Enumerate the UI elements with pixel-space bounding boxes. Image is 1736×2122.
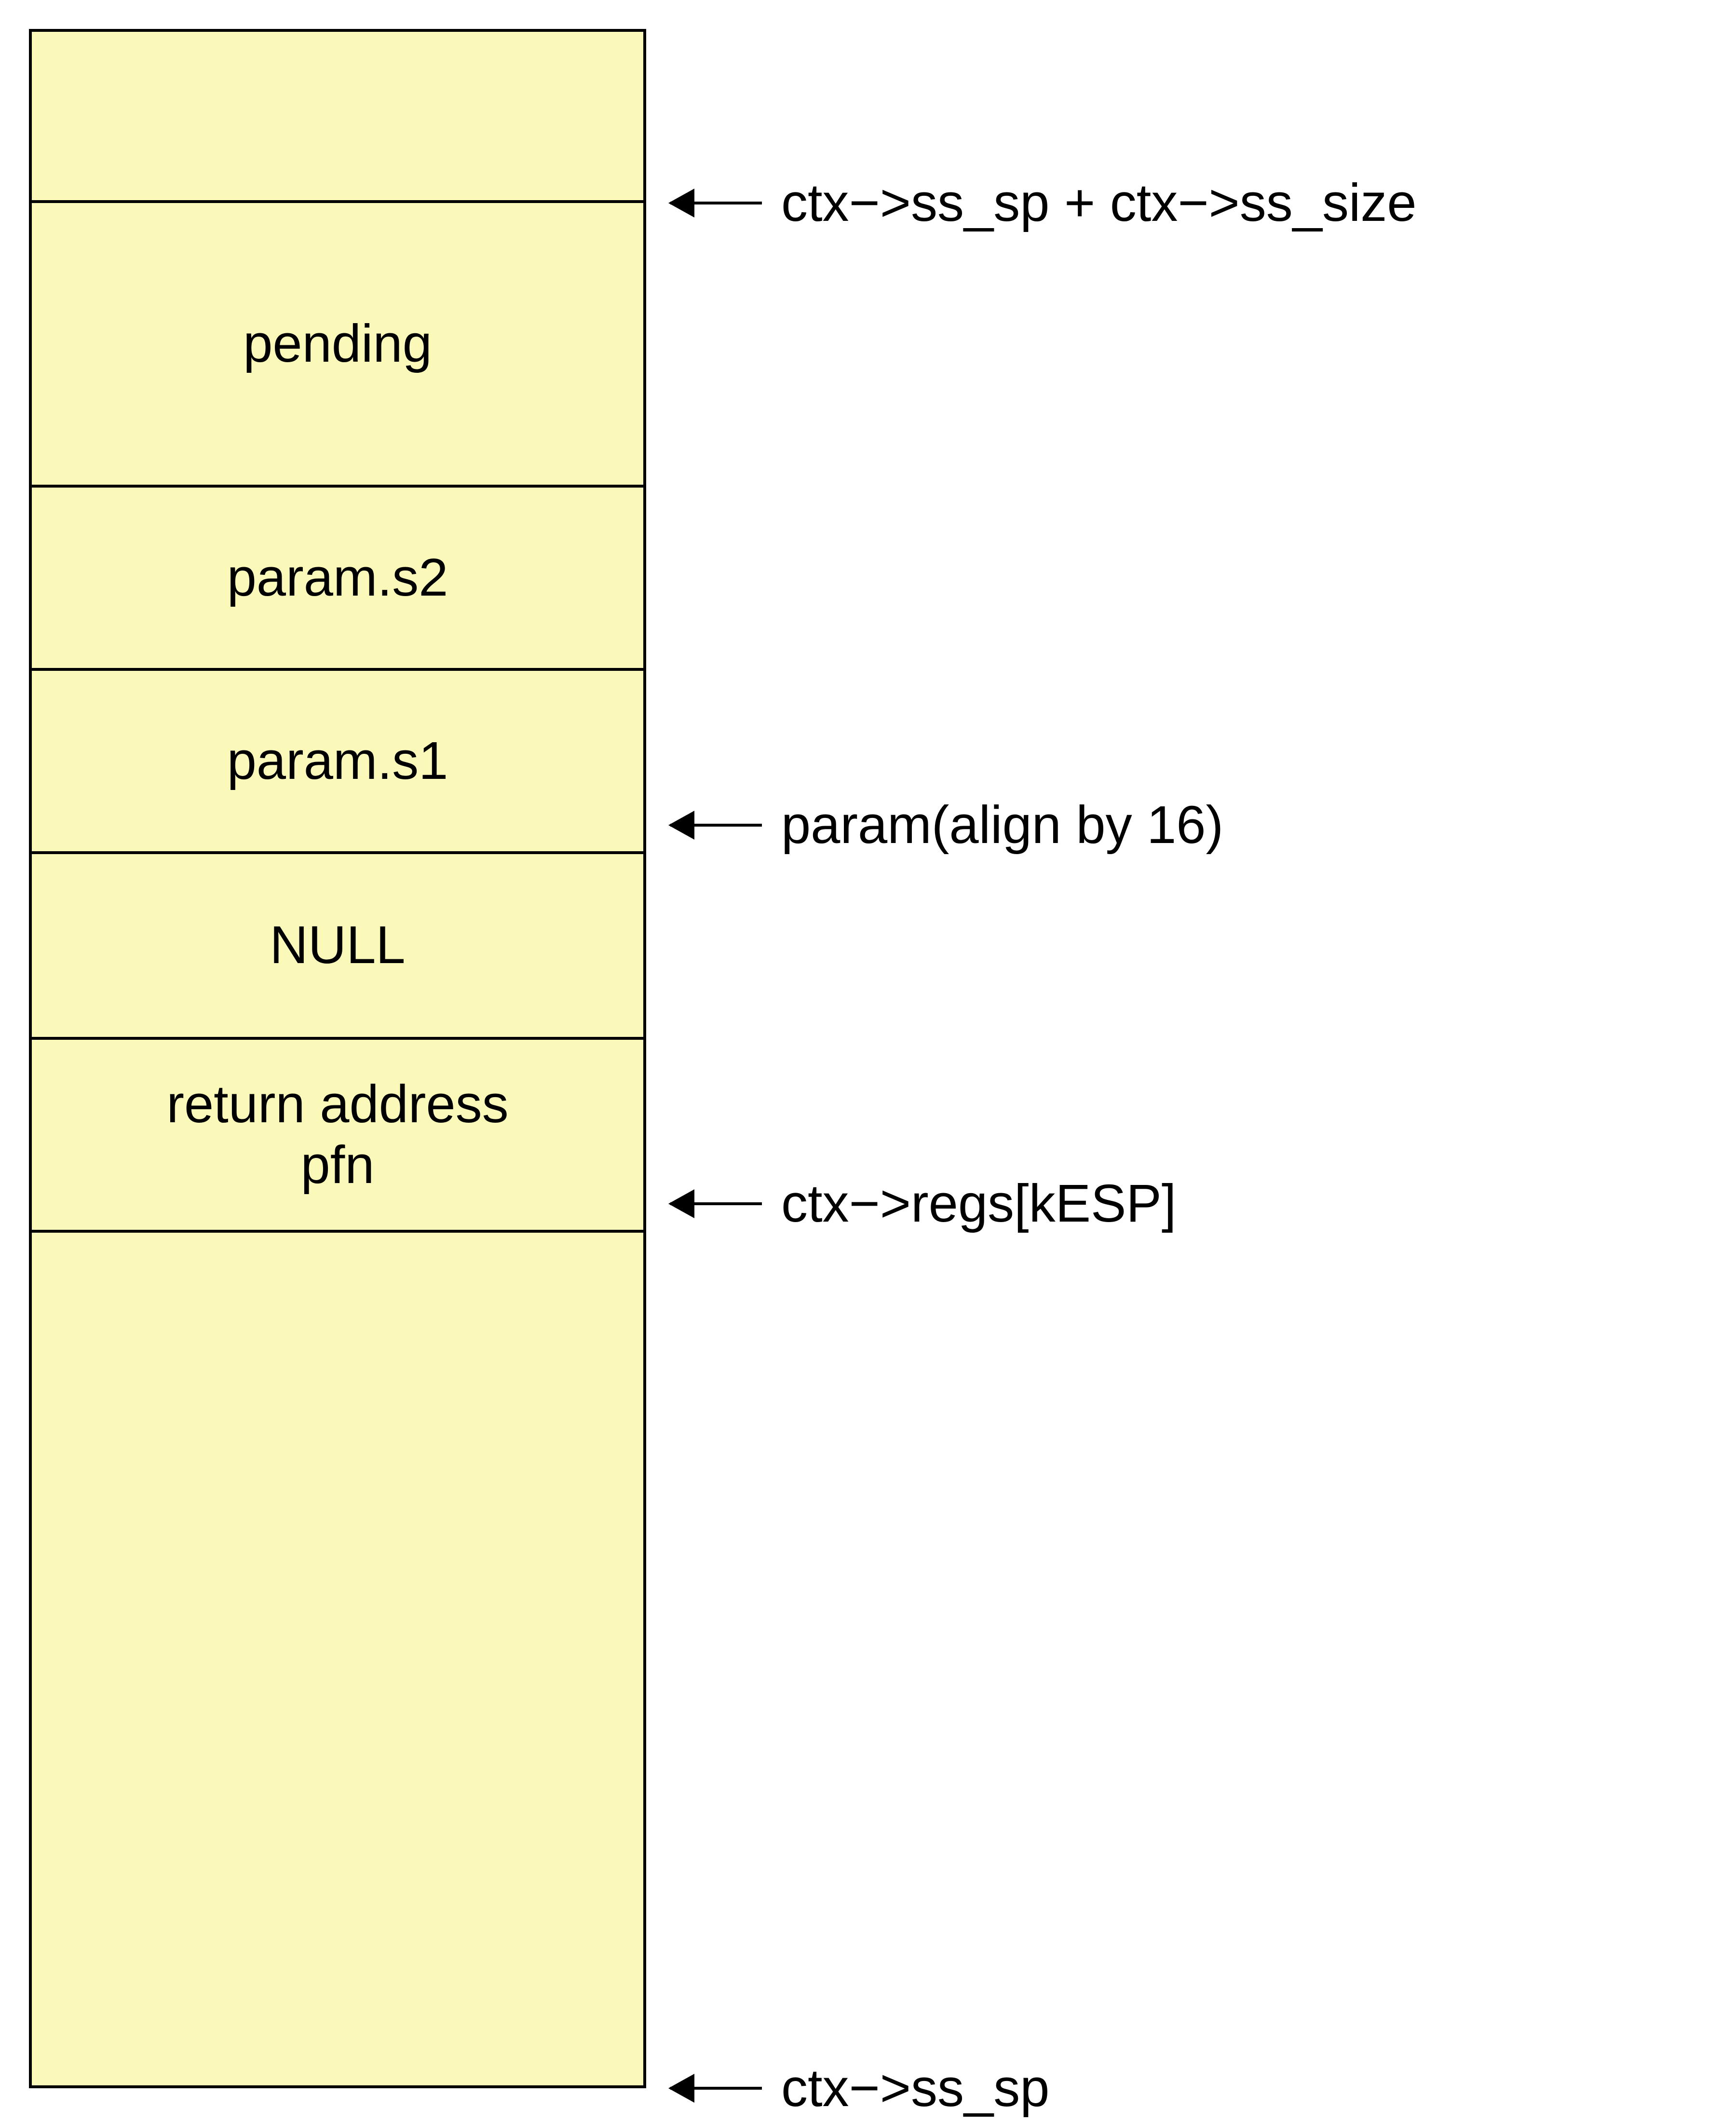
- annotation-label: ctx−>ss_sp + ctx−>ss_size: [781, 172, 1417, 233]
- annotation-label: ctx−>ss_sp: [781, 2057, 1049, 2119]
- stack-row-4: NULL: [32, 854, 643, 1040]
- stack-row-6: [32, 1233, 643, 2085]
- arrow-left-icon: [670, 1202, 762, 1205]
- stack-row-0: [32, 32, 643, 203]
- stack-row-1: pending: [32, 203, 643, 488]
- annotation-3: ctx−>ss_sp: [670, 2057, 1049, 2119]
- diagram-canvas: pendingparam.s2param.s1NULLreturn addres…: [0, 0, 1736, 2122]
- stack-row-3: param.s1: [32, 671, 643, 854]
- arrow-left-icon: [670, 824, 762, 827]
- stack-box: pendingparam.s2param.s1NULLreturn addres…: [29, 29, 646, 2088]
- annotation-0: ctx−>ss_sp + ctx−>ss_size: [670, 172, 1417, 233]
- arrow-left-icon: [670, 2087, 762, 2090]
- annotation-label: ctx−>regs[kESP]: [781, 1173, 1176, 1234]
- stack-row-5: return address pfn: [32, 1040, 643, 1233]
- annotation-1: param(align by 16): [670, 794, 1223, 856]
- annotation-2: ctx−>regs[kESP]: [670, 1173, 1176, 1234]
- arrow-left-icon: [670, 202, 762, 204]
- annotation-label: param(align by 16): [781, 794, 1223, 856]
- stack-row-2: param.s2: [32, 488, 643, 671]
